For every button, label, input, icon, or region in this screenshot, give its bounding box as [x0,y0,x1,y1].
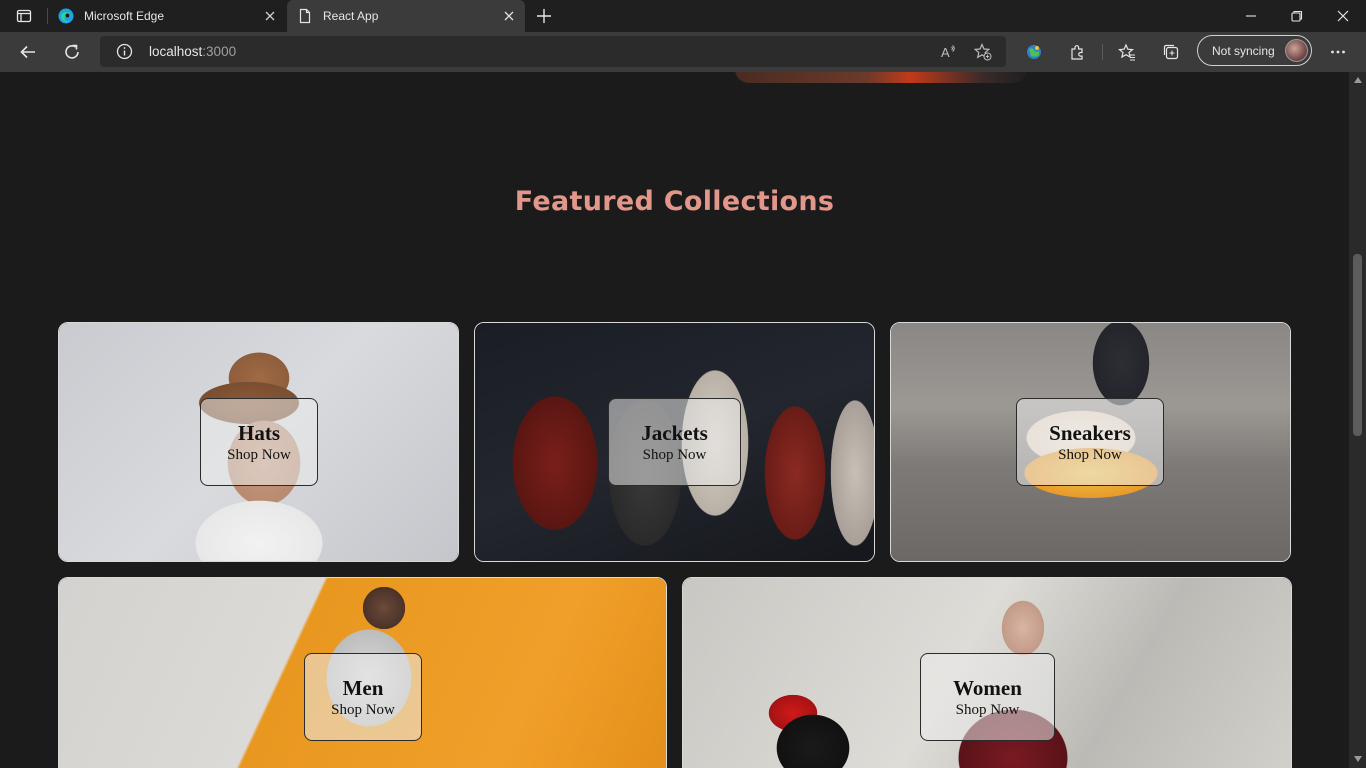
collection-overlay[interactable]: Jackets Shop Now [608,398,741,486]
scroll-down-icon[interactable] [1353,754,1362,764]
close-tab-icon[interactable] [501,8,517,24]
tab-react-app[interactable]: React App [287,0,525,32]
edge-logo-icon [58,8,74,24]
browser-toolbar: localhost:3000 A Not syncing [0,32,1366,72]
shop-now-link[interactable]: Shop Now [305,702,421,719]
close-tab-icon[interactable] [262,8,278,24]
collection-card-hats[interactable]: Hats Shop Now [58,322,459,562]
tab-title: Microsoft Edge [84,9,165,23]
collection-card-women[interactable]: Women Shop Now [682,577,1292,768]
collections-icon[interactable] [1159,40,1183,64]
url-port: :3000 [202,44,237,59]
page-icon [297,8,313,24]
extension-globe-icon[interactable] [1022,40,1046,64]
scrollbar-thumb[interactable] [1353,254,1362,436]
profile-sync-button[interactable]: Not syncing [1197,35,1312,66]
collection-card-sneakers[interactable]: Sneakers Shop Now [890,322,1291,562]
svg-text:A: A [941,45,950,60]
collection-name: Men [342,676,384,700]
back-icon[interactable] [14,38,42,66]
collection-overlay[interactable]: Hats Shop Now [200,398,318,486]
profile-avatar [1285,39,1308,62]
sync-status-label: Not syncing [1212,44,1275,58]
scroll-up-icon[interactable] [1353,75,1362,85]
shop-now-link[interactable]: Shop Now [201,447,317,464]
section-heading: Featured Collections [514,186,835,217]
collection-overlay[interactable]: Men Shop Now [304,653,422,741]
shop-now-link[interactable]: Shop Now [609,447,740,464]
tab-microsoft-edge[interactable]: Microsoft Edge [48,0,286,32]
collection-name: Hats [238,421,280,445]
tab-title: React App [323,9,379,23]
previous-section-image [735,72,1027,83]
collection-name: Women [953,676,1022,700]
restore-icon[interactable] [1281,4,1313,28]
new-tab-button[interactable] [534,6,554,26]
shop-now-link[interactable]: Shop Now [1017,447,1163,464]
extensions-icon[interactable] [1066,40,1090,64]
favorites-icon[interactable] [1115,40,1139,64]
page-viewport: Featured Collections Hats Shop Now Jacke… [0,72,1349,768]
title-bar: Microsoft Edge React App [0,0,1366,32]
read-aloud-icon[interactable]: A [938,42,958,62]
collection-name: Sneakers [1049,421,1131,445]
collection-name: Jackets [641,421,708,445]
toolbar-separator [1102,44,1103,60]
address-bar[interactable]: localhost:3000 A [100,36,1006,67]
collection-card-men[interactable]: Men Shop Now [58,577,667,768]
close-window-icon[interactable] [1327,4,1359,28]
url-text[interactable]: localhost:3000 [149,44,236,59]
site-info-icon[interactable] [116,43,133,60]
more-options-icon[interactable] [1326,40,1350,64]
url-host: localhost [149,44,203,59]
add-favorite-icon[interactable] [973,42,993,62]
collection-overlay[interactable]: Sneakers Shop Now [1016,398,1164,486]
tab-actions-icon[interactable] [8,4,40,28]
page-scrollbar[interactable] [1349,72,1366,768]
refresh-icon[interactable] [58,38,86,66]
collection-overlay[interactable]: Women Shop Now [920,653,1055,741]
shop-now-link[interactable]: Shop Now [921,702,1054,719]
minimize-icon[interactable] [1235,4,1267,28]
collection-card-jackets[interactable]: Jackets Shop Now [474,322,875,562]
